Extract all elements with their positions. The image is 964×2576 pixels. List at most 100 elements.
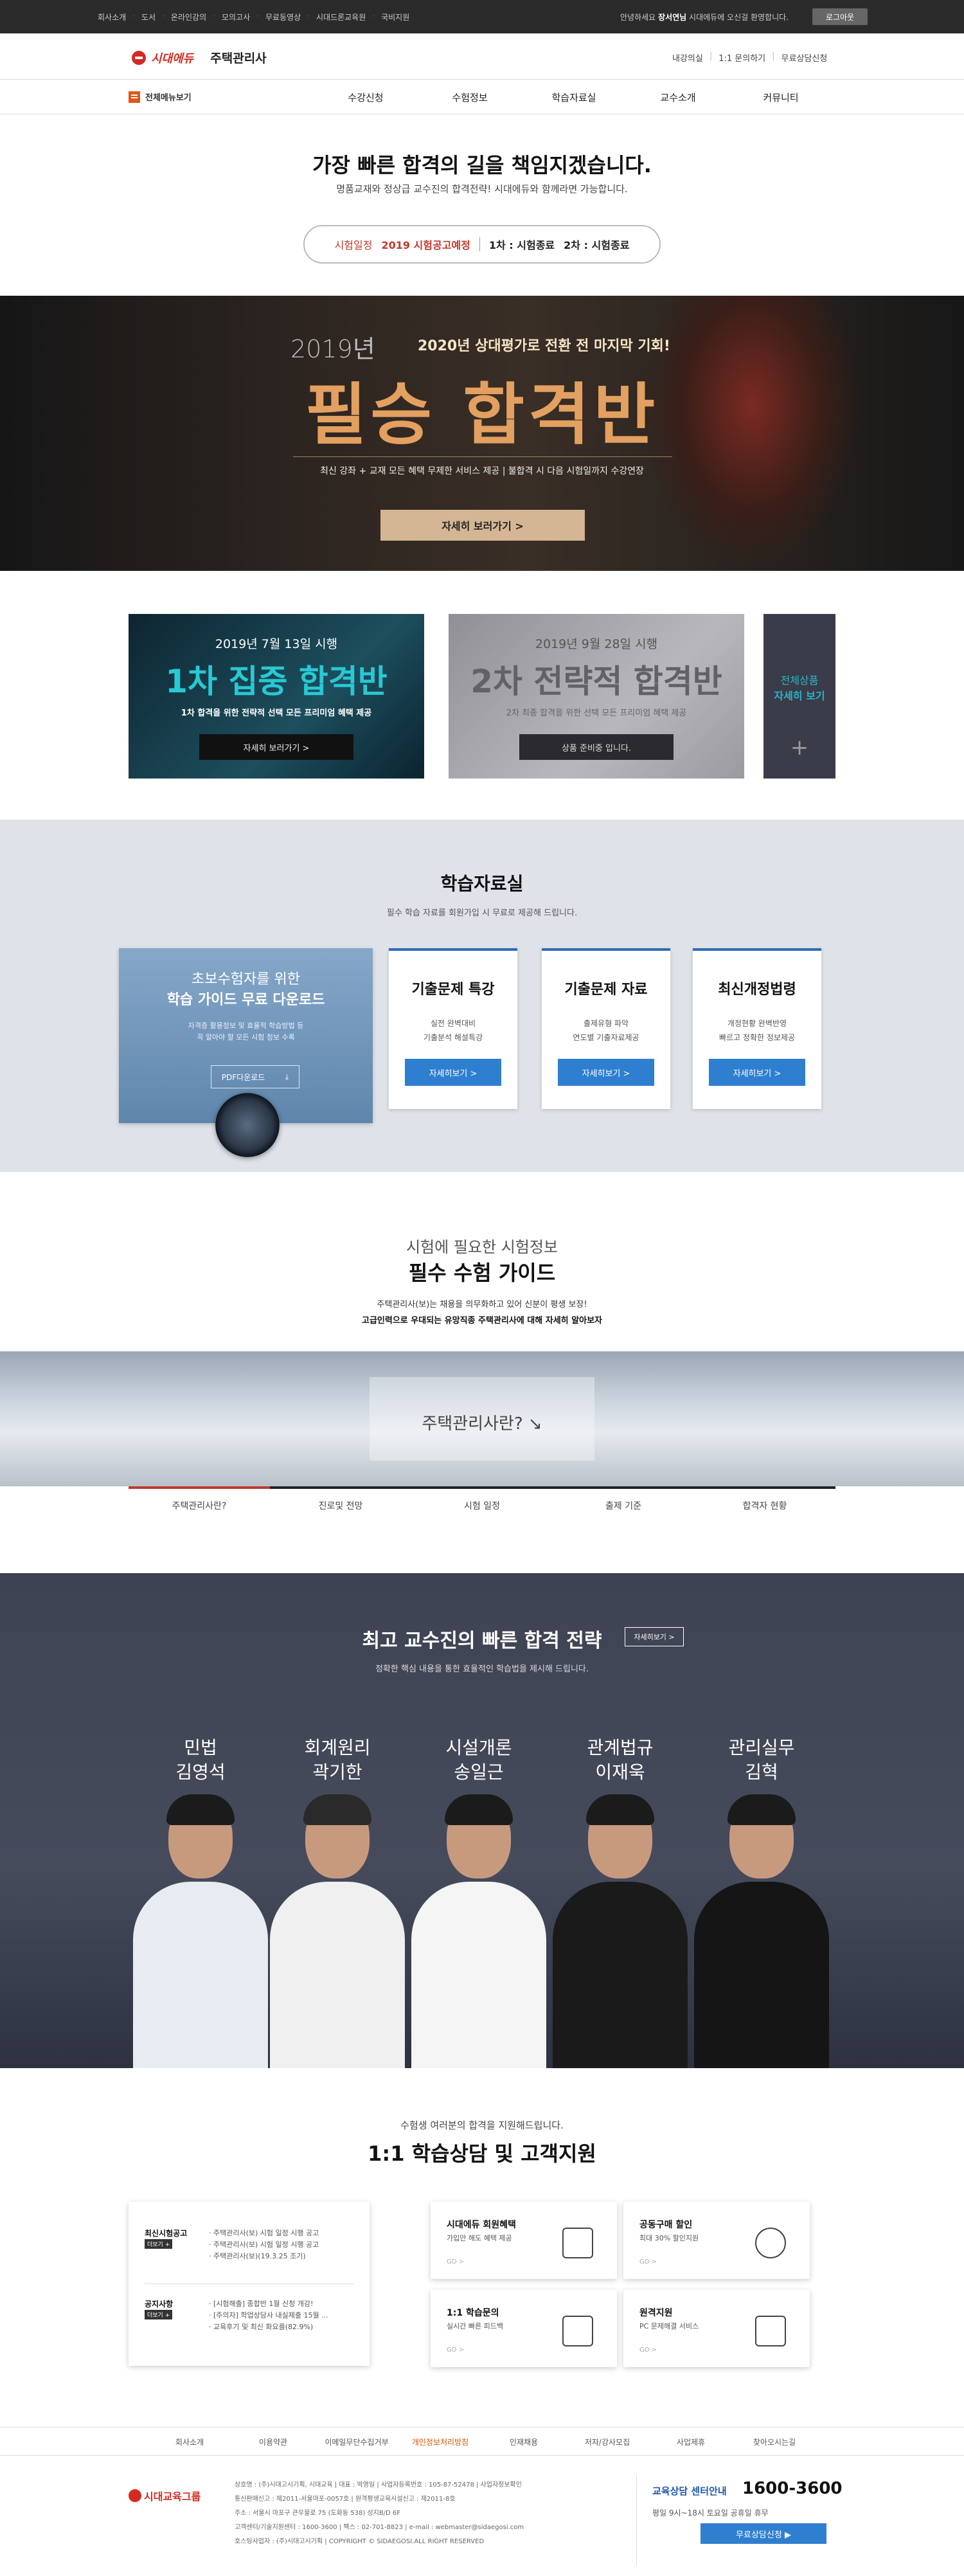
guide-heading: 필수 수험 가이드 bbox=[408, 1261, 556, 1285]
free-consult-link[interactable]: 무료상담신청 bbox=[781, 51, 828, 64]
go-link[interactable]: GO > bbox=[447, 2346, 464, 2354]
card-title: 기출문제 자료 bbox=[564, 982, 648, 998]
guide-line2: 학습 가이드 무료 다운로드 bbox=[166, 992, 325, 1008]
nav-item-enroll[interactable]: 수강신청 bbox=[330, 91, 401, 104]
remote-support-box[interactable]: 원격지원 PC 문제해결 서비스 GO > bbox=[623, 2290, 810, 2367]
resource-card: 기출문제 특강 실전 완벽대비 기출분석 해설특강 자세히보기 > bbox=[389, 948, 517, 1109]
section-heading: 학습자료실 bbox=[440, 873, 524, 894]
card-detail-button[interactable]: 자세히보기 > bbox=[709, 1059, 805, 1086]
menu-icon bbox=[129, 91, 140, 103]
footer-link[interactable]: 사업제휴 bbox=[649, 2427, 733, 2455]
notice-item[interactable]: · 교육후기 및 최신 화요를(82.9%) bbox=[209, 2321, 328, 2333]
top-link[interactable]: 회사소개 bbox=[98, 12, 126, 23]
member-benefit-box[interactable]: 시대에듀 회원혜택 가입만 해도 혜택 제공 GO > bbox=[431, 2202, 617, 2279]
nav-item-community[interactable]: 커뮤니티 bbox=[745, 91, 816, 104]
professor-label[interactable]: 시설개론 송일근 bbox=[415, 1736, 543, 1785]
nav-item-exam-info[interactable]: 수험정보 bbox=[434, 91, 505, 104]
guide-image-link[interactable]: 주택관리사란? ↘ bbox=[370, 1410, 594, 1434]
guide-tabs: 주택관리사란? 진로및 전망 시험 일정 출제 기준 합격자 현황 bbox=[129, 1486, 835, 1518]
professor-photo bbox=[694, 1794, 829, 2068]
group-buy-box[interactable]: 공동구매 할인 최대 30% 할인지원 GO > bbox=[623, 2202, 810, 2279]
card-title: 기출문제 특강 bbox=[411, 982, 495, 998]
notice-item[interactable]: · [주의자] 학업상담사 내실제출 15월 ... bbox=[209, 2310, 328, 2321]
notice-label: 최신시험공고 bbox=[145, 2229, 188, 2238]
footer-link[interactable]: 회사소개 bbox=[148, 2427, 231, 2455]
promo-date: 2019년 7월 13일 시행 bbox=[215, 637, 338, 651]
box-title: 시대에듀 회원혜택 bbox=[447, 2220, 516, 2230]
professors-section: 최고 교수진의 빠른 합격 전략 자세히보기 > 정확한 핵심 내용을 통한 효… bbox=[0, 1573, 964, 2068]
nav-item-professors[interactable]: 교수소개 bbox=[643, 91, 713, 104]
banner-year: 2019년 bbox=[290, 335, 375, 363]
notice-item[interactable]: · 주택관리사(보)(19.3.25 조기) bbox=[209, 2251, 319, 2262]
top-link[interactable]: 온라인강의 bbox=[171, 12, 206, 23]
divider: · bbox=[162, 12, 165, 21]
top-link[interactable]: 시대드론교육원 bbox=[316, 12, 366, 23]
promo-title: 2차 전략적 합격반 bbox=[470, 663, 722, 700]
divider bbox=[636, 2475, 637, 2565]
go-link[interactable]: GO > bbox=[447, 2258, 464, 2265]
promo-preparing-button[interactable]: 상품 준비중 입니다. bbox=[519, 734, 674, 760]
top-link[interactable]: 모의고사 bbox=[222, 12, 250, 23]
qna-box[interactable]: 1:1 학습문의 실시간 빠른 피드백 GO > bbox=[431, 2290, 617, 2367]
promo-card-1st[interactable]: 2019년 7월 13일 시행 1차 집중 합격반 1차 합격을 위한 전략적 … bbox=[129, 614, 424, 779]
professor-label[interactable]: 관계법규 이재욱 bbox=[556, 1736, 684, 1785]
notice-label: 공지사항 bbox=[145, 2300, 174, 2309]
tab-schedule[interactable]: 시험 일정 bbox=[411, 1486, 553, 1518]
logout-button[interactable]: 로그아웃 bbox=[812, 8, 868, 25]
card-desc: 출제유형 파악 연도별 기출자료제공 bbox=[573, 1019, 639, 1042]
professor-label[interactable]: 민법 김영석 bbox=[136, 1736, 265, 1785]
logo-mark-icon bbox=[132, 50, 146, 65]
top-link[interactable]: 도서 bbox=[141, 12, 156, 23]
tab-criteria[interactable]: 출제 기준 bbox=[553, 1486, 694, 1518]
promo-detail-button[interactable]: 자세히 보러가기 > bbox=[199, 734, 353, 760]
footer-link[interactable]: 찾아오시는길 bbox=[733, 2427, 816, 2455]
tab-pass-stats[interactable]: 합격자 현황 bbox=[694, 1486, 835, 1518]
download-icon: ⤓ bbox=[285, 1072, 289, 1081]
promo-card-2nd[interactable]: 2019년 9월 28일 시행 2차 전략적 합격반 2차 최종 합격을 위한 … bbox=[449, 614, 744, 779]
compass-icon bbox=[215, 1093, 280, 1157]
city-image: 주택관리사란? ↘ bbox=[0, 1351, 964, 1486]
notice-item[interactable]: · 주택관리사(보) 시험 일정 시행 공고 bbox=[209, 2239, 319, 2251]
more-button[interactable]: 더보기 + bbox=[145, 2239, 173, 2249]
nav-item-resources[interactable]: 학습자료실 bbox=[539, 91, 609, 104]
site-logo[interactable]: 시대에듀 주택관리사 bbox=[132, 49, 267, 66]
go-link[interactable]: GO > bbox=[639, 2258, 657, 2265]
go-link[interactable]: GO > bbox=[639, 2346, 657, 2354]
monitor-icon bbox=[755, 2316, 786, 2346]
notice-item[interactable]: · 주택관리사(보) 시험 일정 시행 공고 bbox=[209, 2228, 319, 2239]
box-title: 공동구매 할인 bbox=[639, 2220, 693, 2230]
professor-label[interactable]: 관리실무 김혁 bbox=[697, 1736, 826, 1785]
tab-career[interactable]: 진로및 전망 bbox=[270, 1486, 411, 1518]
user-name: 장서연님 bbox=[658, 13, 687, 22]
more-button[interactable]: 더보기 + bbox=[145, 2310, 173, 2319]
pdf-download-button[interactable]: PDF다운로드 ⤓ bbox=[211, 1065, 299, 1088]
notice-item[interactable]: · [시험해출] 종합반 1월 신청 개강! bbox=[209, 2298, 328, 2310]
card-detail-button[interactable]: 자세히보기 > bbox=[558, 1059, 654, 1086]
exam2-status: 2차 : 시험종료 bbox=[564, 239, 630, 251]
all-menu-button[interactable]: 전체메뉴보기 bbox=[129, 91, 192, 103]
top-link[interactable]: 국비지원 bbox=[381, 12, 409, 23]
free-consult-button[interactable]: 무료상담신청 ▶ bbox=[701, 2523, 826, 2544]
top-link[interactable]: 무료동영상 bbox=[265, 12, 301, 23]
inquiry-link[interactable]: 1:1 문의하기 bbox=[719, 51, 765, 64]
professor-label[interactable]: 회계원리 곽기한 bbox=[273, 1736, 402, 1785]
professors-more-button[interactable]: 자세히보기 > bbox=[625, 1627, 684, 1646]
all-products-label: 전체상품 자세히 보기 bbox=[774, 674, 825, 702]
footer-link[interactable]: 저자/강사모집 bbox=[566, 2427, 649, 2455]
study-resources-section: 학습자료실 필수 학습 자료를 회원가입 시 무료로 제공해 드립니다. 초보수… bbox=[0, 820, 964, 1172]
my-classroom-link[interactable]: 내강의실 bbox=[672, 51, 703, 64]
card-detail-button[interactable]: 자세히보기 > bbox=[405, 1059, 501, 1086]
footer-link[interactable]: 개인정보처리방침 bbox=[398, 2427, 482, 2455]
schedule-value: 2019 시험공고예정 bbox=[381, 239, 470, 251]
tab-what-is[interactable]: 주택관리사란? bbox=[129, 1486, 270, 1518]
section-heading: 최고 교수진의 빠른 합격 전략 bbox=[362, 1630, 602, 1652]
banner-detail-button[interactable]: 자세히 보러가기 > bbox=[380, 510, 585, 541]
all-products-card[interactable]: 전체상품 자세히 보기 + bbox=[763, 614, 835, 779]
promo-desc: 2차 최종 합격을 위한 선택 모든 프리미엄 혜택 제공 bbox=[506, 708, 687, 718]
footer-link[interactable]: 인재채용 bbox=[482, 2427, 566, 2455]
hero-slogan: 가장 빠른 합격의 길을 책임지겠습니다. bbox=[312, 153, 652, 177]
greeting: 안녕하세요 장서연님 시대에듀에 오신걸 환영합니다. bbox=[620, 13, 789, 22]
footer-link[interactable]: 이메일무단수집거부 bbox=[315, 2427, 398, 2455]
box-title: 원격지원 bbox=[639, 2308, 673, 2318]
footer-link[interactable]: 이용약관 bbox=[231, 2427, 315, 2455]
